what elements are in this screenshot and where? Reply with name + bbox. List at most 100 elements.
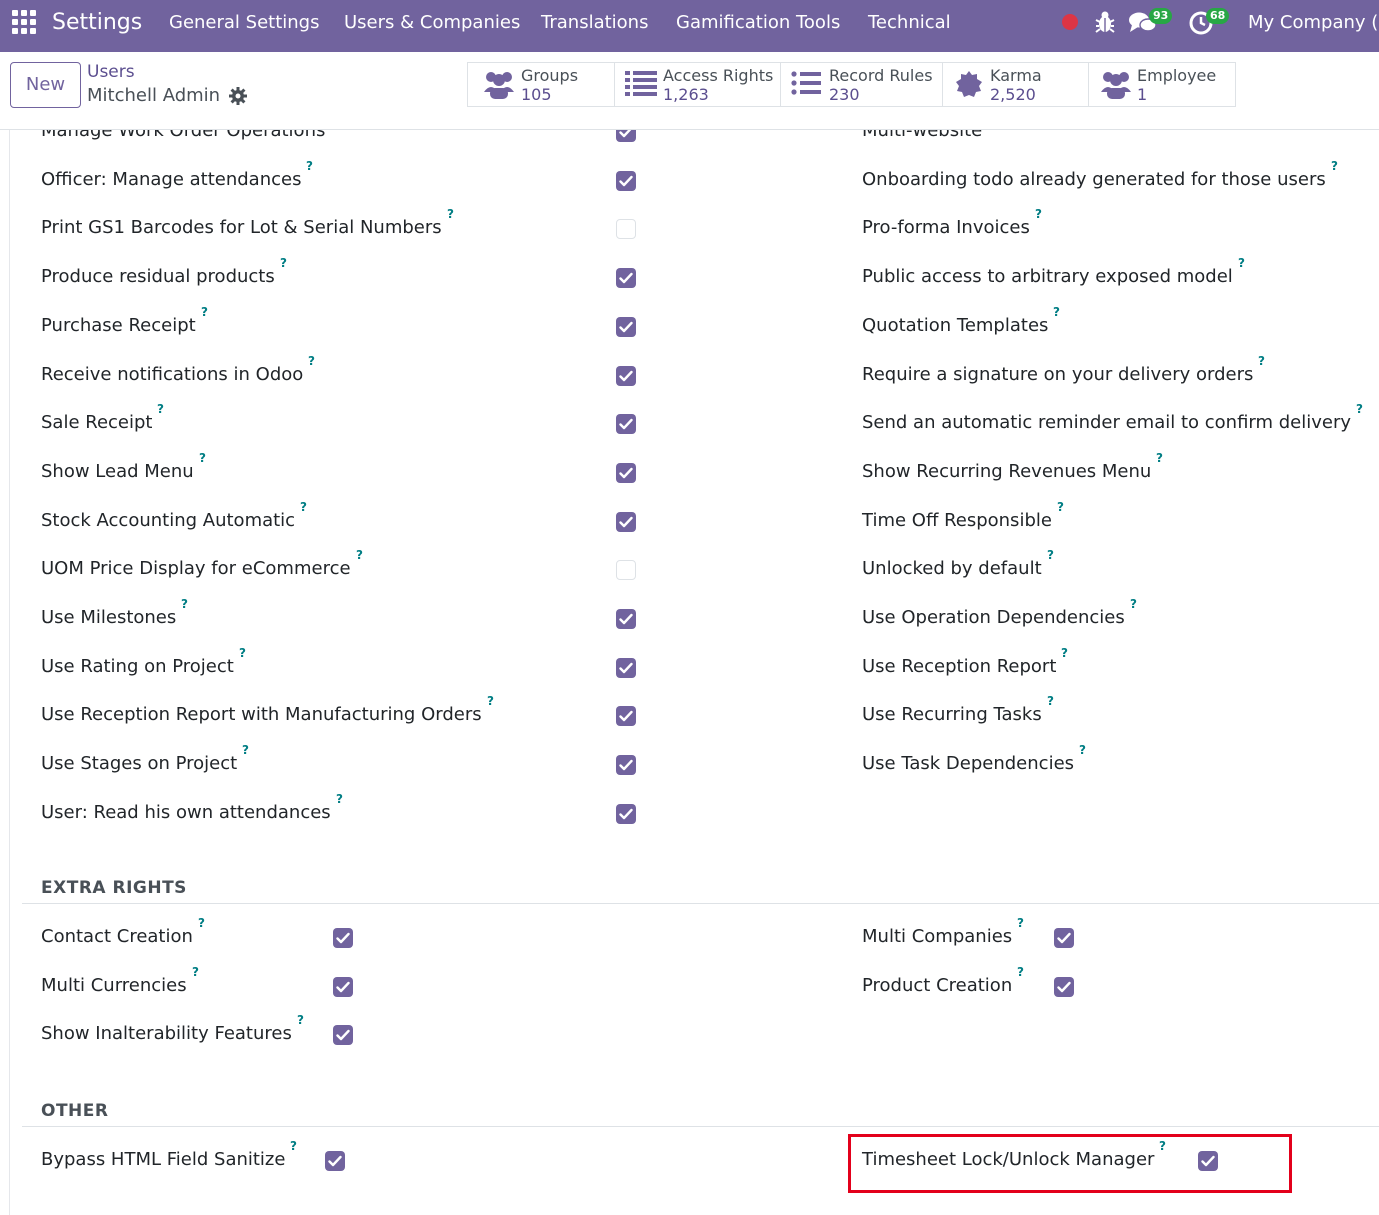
help-tooltip-icon[interactable]: ? [1047,548,1054,562]
field-label: Pro-forma Invoices [862,217,1030,239]
field-label: Use Recurring Tasks [862,704,1042,726]
check-icon [1057,932,1071,944]
field-label: Use Reception Report [862,655,1057,677]
field-label: Multi-website [862,130,983,141]
help-tooltip-icon[interactable]: ? [1258,354,1265,368]
field-label: Public access to arbitrary exposed model [862,266,1233,288]
breadcrumb-users[interactable]: Users [87,61,135,83]
highlight-box [848,1134,1292,1193]
help-tooltip-icon[interactable]: ? [1047,694,1054,708]
field-row-use-operation-dependencies: Use Operation Dependencies? [0,597,1379,635]
field-row-quotation-templates: Quotation Templates? [0,305,1379,343]
field-row-pro-forma-invoices: Pro-forma Invoices? [0,207,1379,245]
field-label: User: Read his own attendances [41,801,331,823]
checkbox-show-inalterability-features[interactable] [333,1025,353,1045]
employee-label: Employee [1137,66,1217,85]
checkbox-product-creation[interactable] [1054,976,1074,997]
field-label: Onboarding todo already generated for th… [862,168,1326,190]
field-label: Product Creation [862,974,1013,996]
field-label: Use Task Dependencies [862,753,1075,775]
field-row-use-task-dependencies: Use Task Dependencies? [0,743,1379,781]
form-sheet: Manage Work Order Operations?Officer: Ma… [0,130,1379,1215]
field-label: Multi Companies [862,926,1013,947]
karma-smart-button[interactable]: Karma 2,520 [943,63,1089,106]
field-row-send-an-automatic-reminder-email-to-confirm-delivery: Send an automatic reminder email to conf… [0,402,1379,440]
badge-icon [956,71,982,97]
employee-count: 1 [1137,85,1148,104]
menu-technical[interactable]: Technical [868,12,951,34]
access-rights-label: Access Rights [663,66,774,85]
gear-icon[interactable] [228,86,248,106]
menu-translations[interactable]: Translations [541,12,648,34]
field-row-use-reception-report: Use Reception Report? [0,646,1379,684]
field-label: Show Inalterability Features [41,1023,292,1044]
field-row-user-read-his-own-attendances: User: Read his own attendances? [0,792,1379,830]
field-label: Time Off Responsible [862,509,1052,531]
list-icon [625,71,657,96]
karma-label: Karma [990,66,1042,85]
section-divider [22,1126,1379,1127]
field-row-multi-website: Multi-website? [0,130,1379,148]
field-row-public-access-to-arbitrary-exposed-model: Public access to arbitrary exposed model… [0,256,1379,294]
breadcrumb-current-record: Mitchell Admin [87,85,221,106]
field-label: Use Operation Dependencies [862,607,1125,628]
help-tooltip-icon[interactable]: ? [1057,500,1064,514]
field-row-use-recurring-tasks: Use Recurring Tasks? [0,694,1379,732]
help-tooltip-icon[interactable]: ? [1130,597,1137,611]
field-row-product-creation: Product Creation? [0,965,1379,1003]
activities-count-badge: 68 [1206,8,1230,24]
record-rules-smart-button[interactable]: Record Rules 230 [781,63,943,106]
menu-users-companies[interactable]: Users & Companies [344,12,520,34]
help-tooltip-icon[interactable]: ? [1238,256,1245,270]
field-label: Require a signature on your delivery ord… [862,363,1254,385]
record-rules-count: 230 [829,85,860,104]
apps-grid-icon[interactable] [12,10,36,34]
help-tooltip-icon[interactable]: ? [1331,159,1338,173]
field-row-multi-companies: Multi Companies? [0,916,1379,954]
checkbox-multi-companies[interactable] [1054,928,1074,948]
field-label: Quotation Templates [862,314,1049,336]
help-tooltip-icon[interactable]: ? [1079,743,1086,757]
smart-buttons: Groups 105 Access Rights 1,263 Record Ru… [467,62,1236,107]
field-row-require-a-signature-on-your-delivery-orders: Require a signature on your delivery ord… [0,354,1379,392]
help-tooltip-icon[interactable]: ? [297,1013,304,1027]
new-button[interactable]: New [10,62,81,108]
record-rules-label: Record Rules [829,66,933,85]
field-row-unlocked-by-default: Unlocked by default? [0,548,1379,586]
check-icon [1057,981,1071,992]
record-icon[interactable] [1062,14,1078,30]
users-icon [1101,72,1131,99]
access-rights-count: 1,263 [663,85,709,104]
section-divider [22,903,1379,904]
field-row-show-inalterability-features: Show Inalterability Features? [0,1013,1379,1051]
field-row-time-off-responsible: Time Off Responsible? [0,500,1379,538]
field-row-onboarding-todo-already-generated-for-those-users: Onboarding todo already generated for th… [0,159,1379,197]
check-icon [619,808,633,819]
help-tooltip-icon[interactable]: ? [336,792,343,806]
menu-gamification-tools[interactable]: Gamification Tools [676,12,840,34]
bug-icon[interactable] [1094,10,1116,34]
field-label: Unlocked by default [862,558,1042,580]
users-icon [484,72,514,99]
field-row-show-recurring-revenues-menu: Show Recurring Revenues Menu? [0,451,1379,489]
section-title-extra-rights: EXTRA RIGHTS [41,878,187,898]
app-brand[interactable]: Settings [52,9,142,37]
help-tooltip-icon[interactable]: ? [1053,305,1060,319]
company-switcher[interactable]: My Company (San Francisco) [1248,12,1379,34]
groups-smart-button[interactable]: Groups 105 [468,63,615,106]
access-rights-smart-button[interactable]: Access Rights 1,263 [615,63,781,106]
help-tooltip-icon[interactable]: ? [1017,965,1024,979]
checkbox-user-read-his-own-attendances[interactable] [616,803,636,824]
help-tooltip-icon[interactable]: ? [1356,402,1363,416]
field-label: Send an automatic reminder email to conf… [862,412,1352,434]
help-tooltip-icon[interactable]: ? [1061,646,1068,660]
groups-label: Groups [521,66,579,85]
employee-smart-button[interactable]: Employee 1 [1089,63,1235,106]
help-tooltip-icon[interactable]: ? [1156,451,1163,465]
list-icon [791,71,821,95]
help-tooltip-icon[interactable]: ? [1035,207,1042,221]
help-tooltip-icon[interactable]: ? [1017,916,1024,930]
menu-general-settings[interactable]: General Settings [169,12,320,34]
groups-count: 105 [521,85,552,104]
field-label: Show Recurring Revenues Menu [862,460,1152,482]
